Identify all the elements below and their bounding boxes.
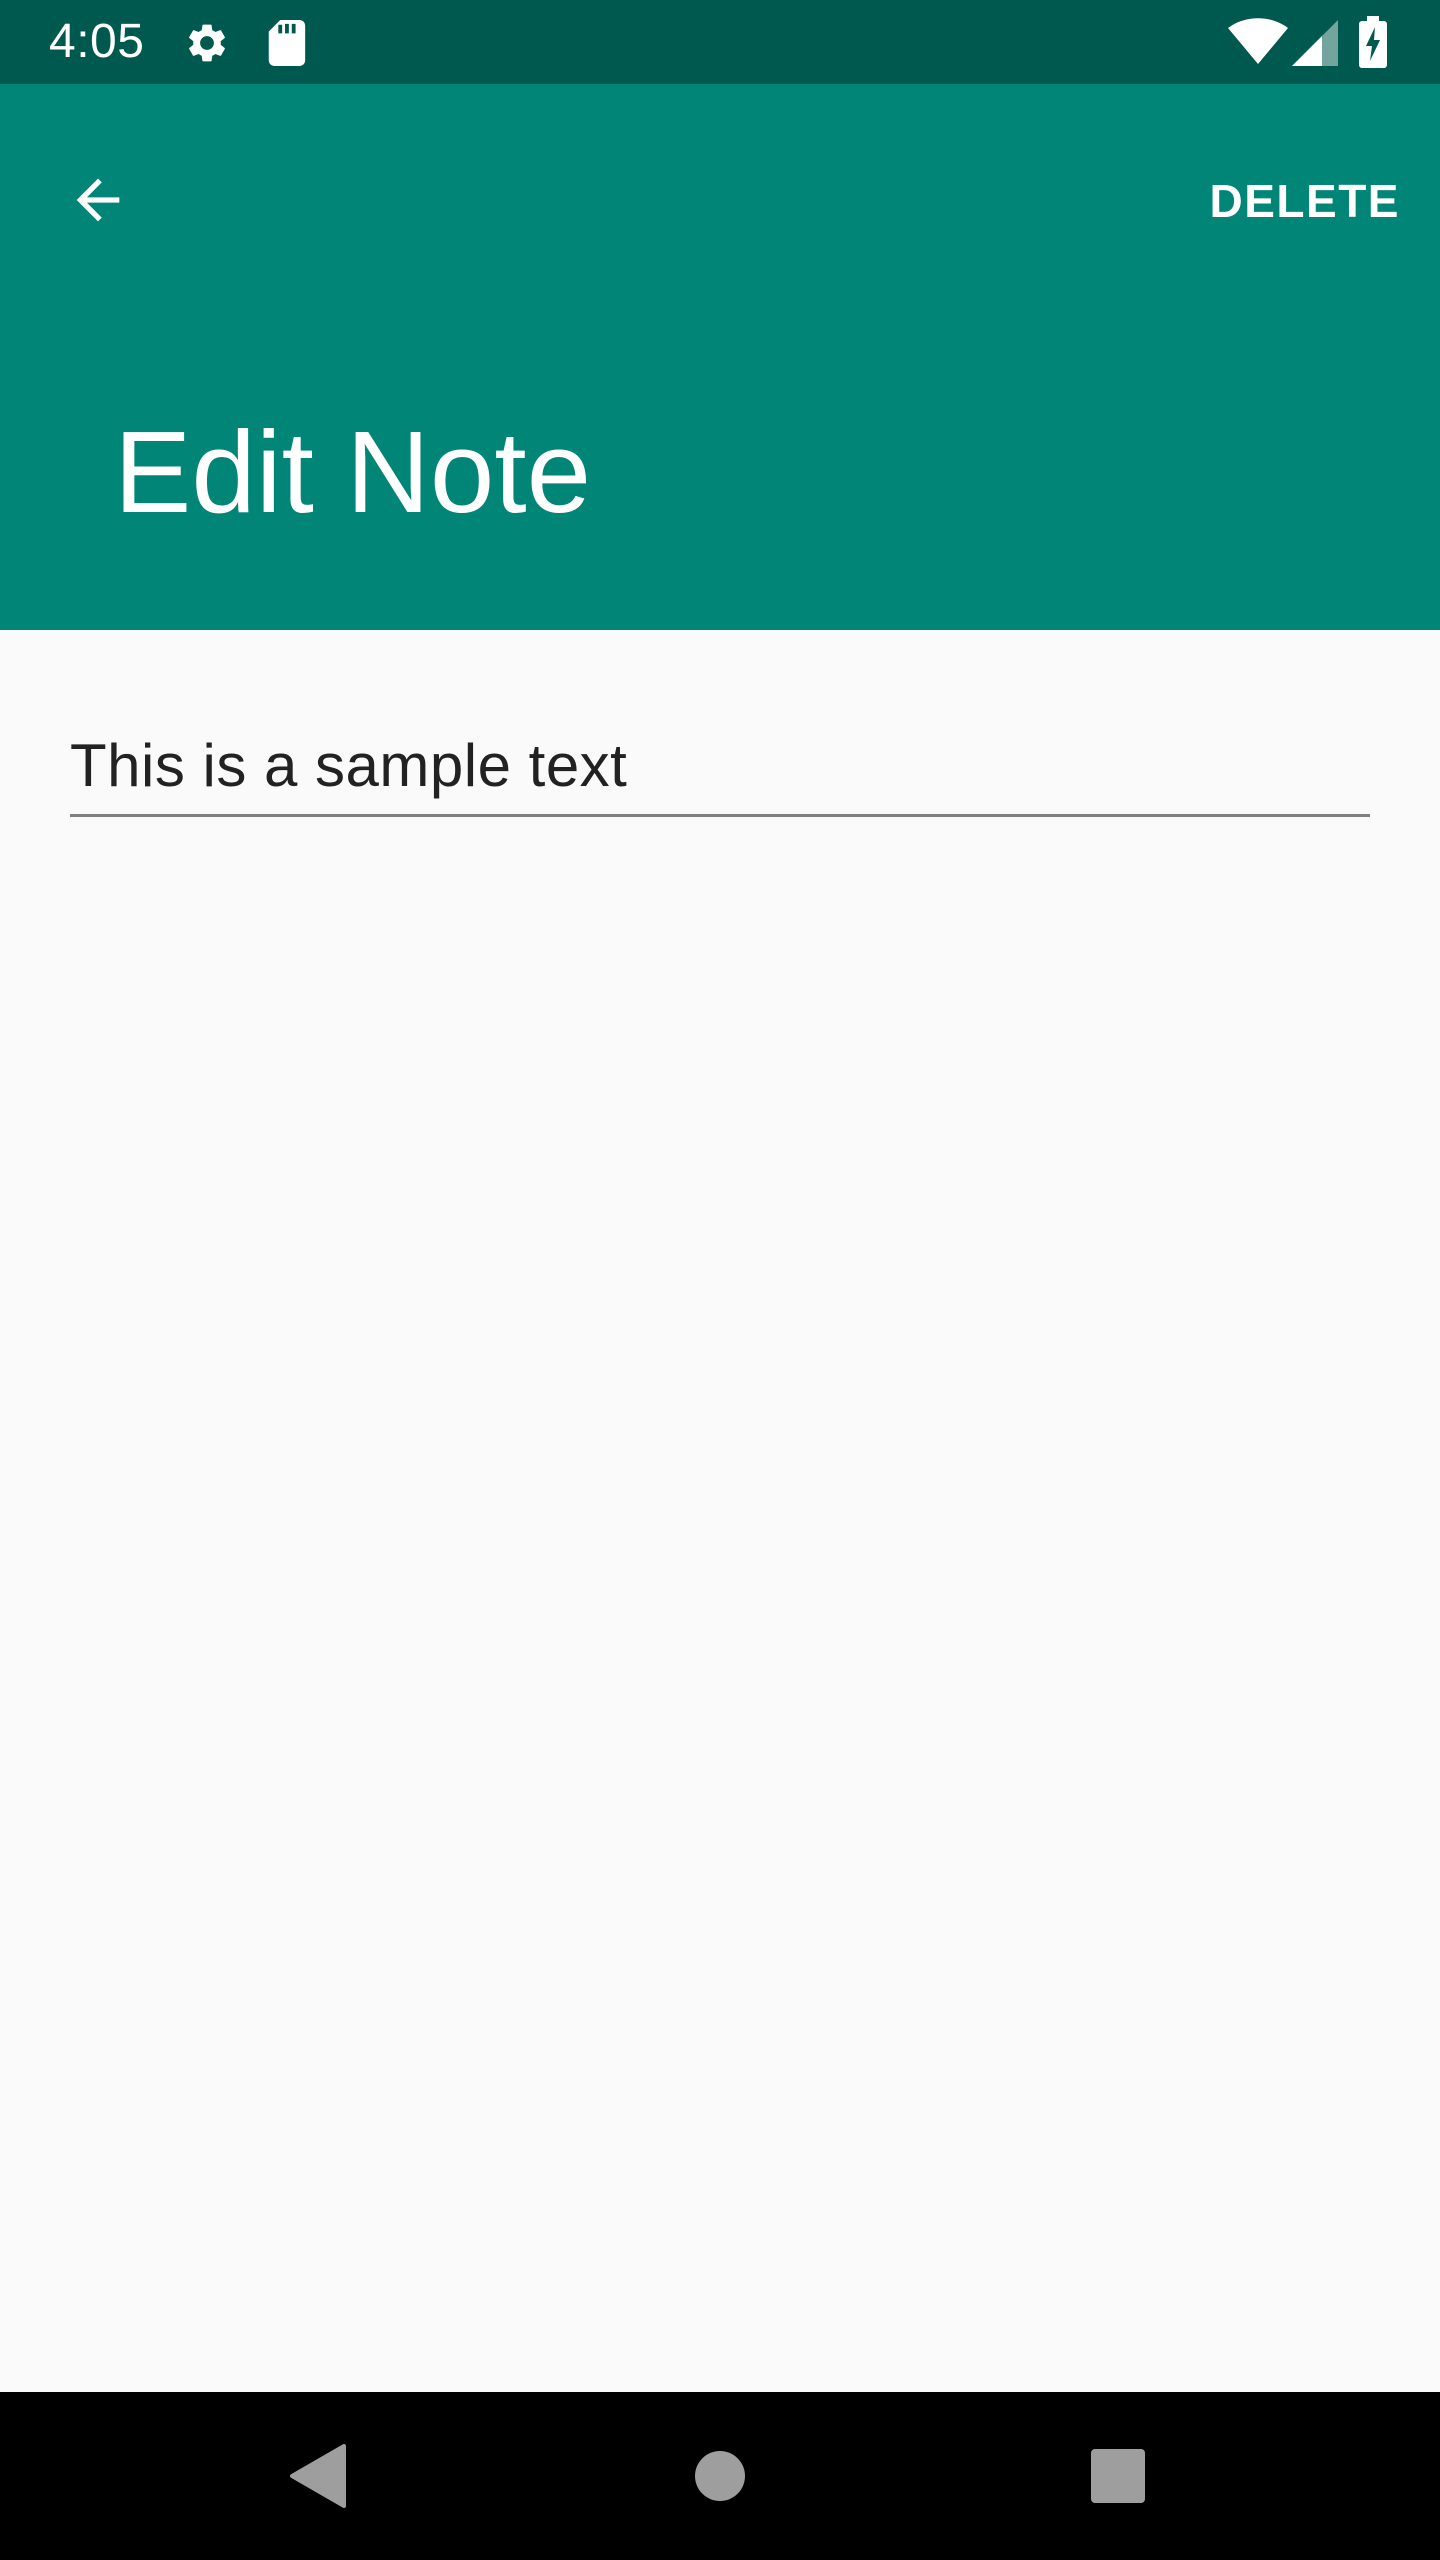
nav-back-button[interactable]: [268, 2426, 368, 2526]
nav-recents-button[interactable]: [1068, 2426, 1168, 2526]
note-input[interactable]: [70, 720, 1370, 810]
status-time: 4:05: [49, 15, 145, 68]
edit-note-screen: 4:05 DELETE Edit Note: [0, 0, 1440, 2560]
back-button[interactable]: [40, 142, 156, 258]
nav-recents-icon: [1091, 2449, 1145, 2503]
nav-home-icon: [695, 2451, 745, 2501]
battery-charging-icon: [1359, 16, 1387, 68]
arrow-back-icon: [76, 178, 120, 222]
navigation-bar: [0, 2392, 1440, 2560]
delete-button[interactable]: DELETE: [1210, 156, 1400, 246]
signal-icon: [1292, 20, 1338, 66]
sd-card-icon: [268, 20, 306, 66]
page-title: Edit Note: [114, 407, 592, 537]
nav-back-icon: [290, 2444, 346, 2508]
status-bar: 4:05: [0, 0, 1440, 84]
app-bar: DELETE Edit Note: [0, 84, 1440, 630]
settings-icon: [189, 24, 225, 62]
note-field: [70, 720, 1370, 817]
wifi-icon: [1228, 18, 1288, 64]
nav-home-button[interactable]: [670, 2426, 770, 2526]
